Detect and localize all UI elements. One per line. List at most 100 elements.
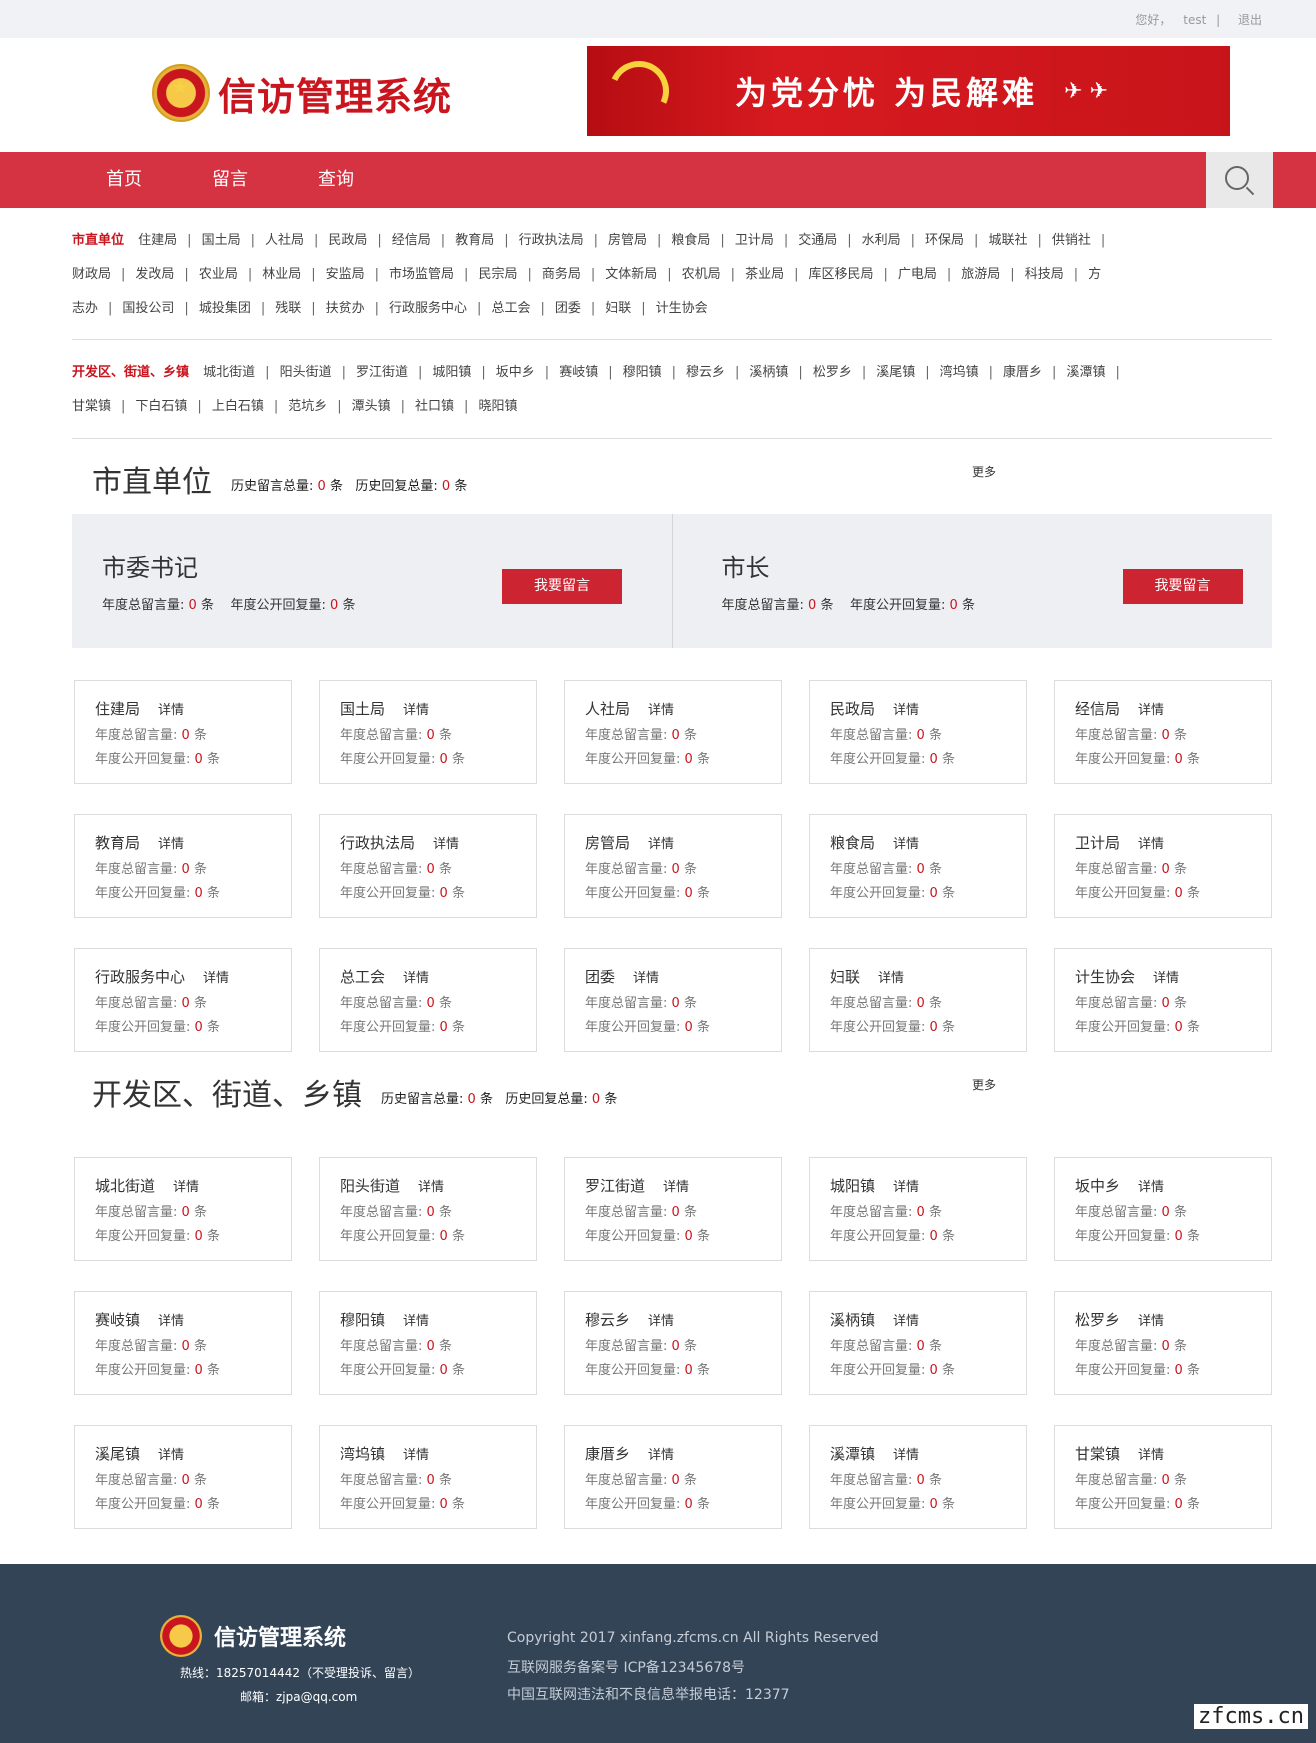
unit-link[interactable]: 环保局: [925, 233, 964, 248]
detail-link[interactable]: 详情: [403, 703, 429, 718]
unit-link[interactable]: 安监局: [326, 267, 365, 282]
unit-link[interactable]: 国投公司: [122, 301, 174, 316]
unit-link[interactable]: 科技局: [1025, 267, 1064, 282]
unit-link[interactable]: 广电局: [898, 267, 937, 282]
unit-link[interactable]: 民政局: [328, 233, 367, 248]
unit-link[interactable]: 社口镇: [415, 399, 454, 414]
unit-link[interactable]: 旅游局: [961, 267, 1000, 282]
unit-link[interactable]: 下白石镇: [135, 399, 187, 414]
unit-link[interactable]: 总工会: [491, 301, 530, 316]
unit-link[interactable]: 农业局: [199, 267, 238, 282]
detail-link[interactable]: 详情: [403, 971, 429, 986]
detail-link[interactable]: 详情: [1138, 837, 1164, 852]
unit-link[interactable]: 教育局: [455, 233, 494, 248]
detail-link[interactable]: 详情: [403, 1448, 429, 1463]
unit-link[interactable]: 溪柄镇: [749, 365, 788, 380]
leave-message-button[interactable]: 我要留言: [1122, 569, 1243, 604]
unit-link[interactable]: 溪尾镇: [876, 365, 915, 380]
detail-link[interactable]: 详情: [158, 1314, 184, 1329]
detail-link[interactable]: 详情: [1138, 703, 1164, 718]
detail-link[interactable]: 详情: [158, 1448, 184, 1463]
detail-link[interactable]: 详情: [1138, 1314, 1164, 1329]
unit-link[interactable]: 市场监管局: [389, 267, 454, 282]
unit-link[interactable]: 穆云乡: [686, 365, 725, 380]
detail-link[interactable]: 详情: [158, 837, 184, 852]
detail-link[interactable]: 详情: [893, 837, 919, 852]
unit-link[interactable]: 残联: [275, 301, 301, 316]
unit-link[interactable]: 城联社: [988, 233, 1027, 248]
detail-link[interactable]: 详情: [403, 1314, 429, 1329]
unit-link[interactable]: 粮食局: [671, 233, 710, 248]
unit-link[interactable]: 赛岐镇: [559, 365, 598, 380]
unit-link[interactable]: 穆阳镇: [623, 365, 662, 380]
unit-link[interactable]: 城投集团: [199, 301, 251, 316]
leave-message-button[interactable]: 我要留言: [502, 569, 622, 604]
nav-query[interactable]: 查询: [318, 152, 354, 208]
nav-message[interactable]: 留言: [212, 152, 248, 208]
unit-link[interactable]: 妇联: [605, 301, 631, 316]
unit-link[interactable]: 方: [1088, 267, 1101, 282]
detail-link[interactable]: 详情: [663, 1180, 689, 1195]
detail-link[interactable]: 详情: [893, 703, 919, 718]
unit-link[interactable]: 坂中乡: [496, 365, 535, 380]
detail-link[interactable]: 详情: [203, 971, 229, 986]
unit-link[interactable]: 溪潭镇: [1066, 365, 1105, 380]
detail-link[interactable]: 详情: [633, 971, 659, 986]
unit-link[interactable]: 范坑乡: [288, 399, 327, 414]
unit-link[interactable]: 城北街道: [203, 365, 255, 380]
unit-link[interactable]: 文体新局: [605, 267, 657, 282]
unit-link[interactable]: 罗江街道: [356, 365, 408, 380]
detail-link[interactable]: 详情: [1138, 1180, 1164, 1195]
detail-link[interactable]: 详情: [878, 971, 904, 986]
unit-link[interactable]: 人社局: [265, 233, 304, 248]
detail-link[interactable]: 详情: [648, 1314, 674, 1329]
unit-link[interactable]: 发改局: [135, 267, 174, 282]
unit-link[interactable]: 上白石镇: [212, 399, 264, 414]
detail-link[interactable]: 详情: [1138, 1448, 1164, 1463]
unit-link[interactable]: 住建局: [138, 233, 177, 248]
detail-link[interactable]: 详情: [1153, 971, 1179, 986]
detail-link[interactable]: 详情: [418, 1180, 444, 1195]
unit-link[interactable]: 茶业局: [745, 267, 784, 282]
unit-link[interactable]: 阳头街道: [280, 365, 332, 380]
unit-link[interactable]: 经信局: [392, 233, 431, 248]
detail-link[interactable]: 详情: [648, 703, 674, 718]
unit-link[interactable]: 康厝乡: [1003, 365, 1042, 380]
unit-link[interactable]: 行政执法局: [519, 233, 584, 248]
unit-link[interactable]: 民宗局: [478, 267, 517, 282]
detail-link[interactable]: 详情: [893, 1180, 919, 1195]
detail-link[interactable]: 详情: [433, 837, 459, 852]
detail-link[interactable]: 详情: [893, 1448, 919, 1463]
town-more-link[interactable]: 更多: [972, 1076, 996, 1093]
unit-link[interactable]: 交通局: [798, 233, 837, 248]
unit-link[interactable]: 行政服务中心: [389, 301, 467, 316]
unit-link[interactable]: 国土局: [202, 233, 241, 248]
logout-link[interactable]: 退出: [1238, 13, 1262, 27]
city-more-link[interactable]: 更多: [972, 463, 996, 480]
unit-link[interactable]: 商务局: [542, 267, 581, 282]
unit-link[interactable]: 卫计局: [735, 233, 774, 248]
unit-link[interactable]: 志办: [72, 301, 98, 316]
detail-link[interactable]: 详情: [648, 1448, 674, 1463]
detail-link[interactable]: 详情: [158, 703, 184, 718]
unit-link[interactable]: 湾坞镇: [940, 365, 979, 380]
unit-link[interactable]: 林业局: [262, 267, 301, 282]
site-logo[interactable]: 信访管理系统: [152, 64, 452, 122]
unit-link[interactable]: 财政局: [72, 267, 111, 282]
footer-icp[interactable]: 互联网服务备案号 ICP备12345678号: [507, 1657, 745, 1677]
unit-link[interactable]: 房管局: [608, 233, 647, 248]
unit-link[interactable]: 库区移民局: [808, 267, 873, 282]
unit-link[interactable]: 城阳镇: [432, 365, 471, 380]
unit-link[interactable]: 松罗乡: [813, 365, 852, 380]
detail-link[interactable]: 详情: [173, 1180, 199, 1195]
unit-link[interactable]: 农机局: [682, 267, 721, 282]
unit-link[interactable]: 团委: [555, 301, 581, 316]
unit-link[interactable]: 计生协会: [656, 301, 708, 316]
username[interactable]: test: [1183, 13, 1206, 27]
detail-link[interactable]: 详情: [648, 837, 674, 852]
unit-link[interactable]: 扶贫办: [326, 301, 365, 316]
unit-link[interactable]: 供销社: [1052, 233, 1091, 248]
nav-home[interactable]: 首页: [106, 152, 142, 208]
unit-link[interactable]: 甘棠镇: [72, 399, 111, 414]
search-button[interactable]: [1206, 152, 1273, 208]
